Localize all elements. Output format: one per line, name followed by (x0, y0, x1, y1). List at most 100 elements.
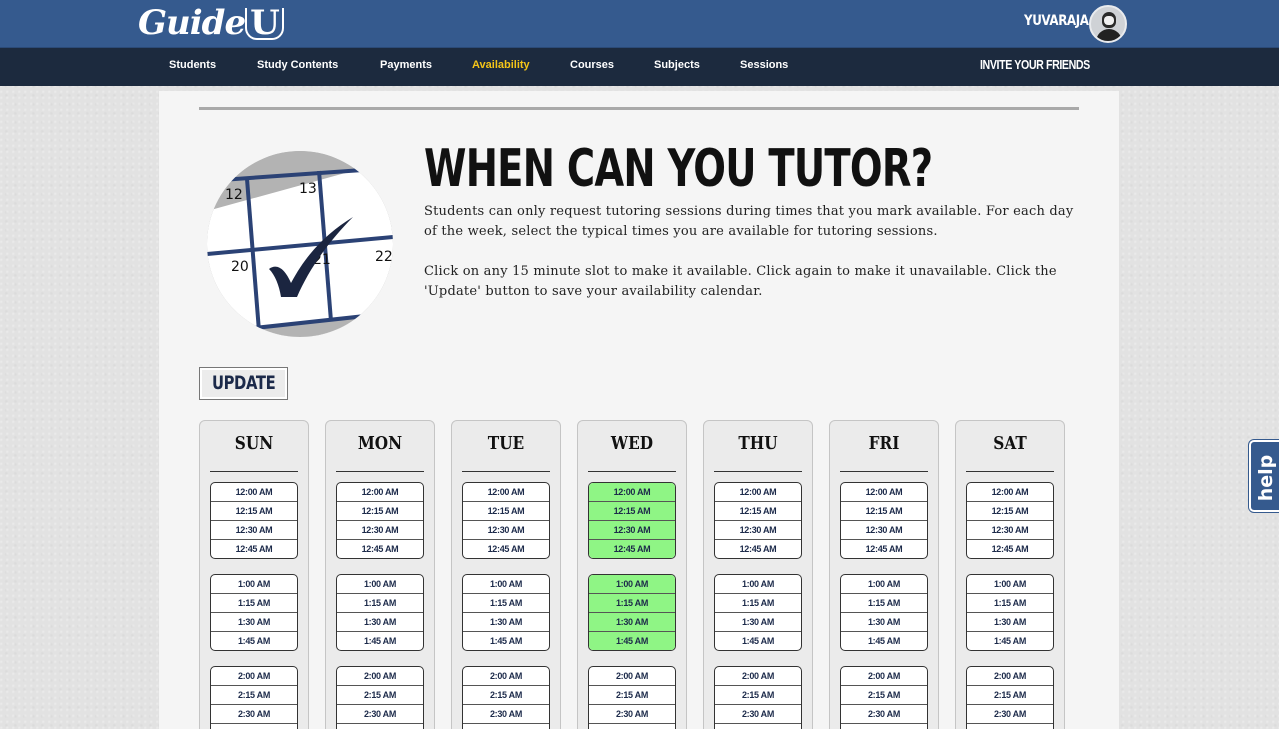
time-slot[interactable]: 2:45 AM (463, 724, 549, 729)
nav-courses[interactable]: Courses (570, 59, 614, 71)
guideu-logo[interactable]: Guide U (138, 0, 284, 46)
time-slot[interactable]: 12:00 AM (589, 483, 675, 502)
time-slot[interactable]: 2:30 AM (967, 705, 1053, 724)
time-slot[interactable]: 1:45 AM (841, 632, 927, 650)
nav-payments[interactable]: Payments (380, 59, 432, 71)
time-slot[interactable]: 12:30 AM (967, 521, 1053, 540)
help-tab[interactable]: help (1249, 440, 1279, 512)
time-slot[interactable]: 1:45 AM (589, 632, 675, 650)
time-slot[interactable]: 1:00 AM (715, 575, 801, 594)
time-slot[interactable]: 2:45 AM (337, 724, 423, 729)
time-slot[interactable]: 2:15 AM (589, 686, 675, 705)
time-slot[interactable]: 12:30 AM (463, 521, 549, 540)
time-slot[interactable]: 1:45 AM (211, 632, 297, 650)
time-slot[interactable]: 1:00 AM (337, 575, 423, 594)
time-slot[interactable]: 12:45 AM (589, 540, 675, 558)
time-slot[interactable]: 1:00 AM (589, 575, 675, 594)
time-slot[interactable]: 12:45 AM (841, 540, 927, 558)
time-slot[interactable]: 2:15 AM (841, 686, 927, 705)
user-name[interactable]: YUVARAJA (1024, 13, 1089, 29)
time-slot[interactable]: 2:30 AM (337, 705, 423, 724)
time-slot[interactable]: 1:45 AM (463, 632, 549, 650)
time-slot[interactable]: 2:45 AM (715, 724, 801, 729)
time-slot[interactable]: 12:15 AM (589, 502, 675, 521)
time-slot[interactable]: 1:30 AM (589, 613, 675, 632)
invite-friends-link[interactable]: INVITE YOUR FRIENDS (980, 57, 1090, 72)
time-slot[interactable]: 12:45 AM (967, 540, 1053, 558)
time-slot[interactable]: 12:00 AM (967, 483, 1053, 502)
time-slot[interactable]: 1:30 AM (841, 613, 927, 632)
time-slot[interactable]: 2:45 AM (589, 724, 675, 729)
time-slot[interactable]: 2:30 AM (589, 705, 675, 724)
time-slot[interactable]: 1:45 AM (337, 632, 423, 650)
time-slot[interactable]: 2:30 AM (715, 705, 801, 724)
time-slot[interactable]: 12:15 AM (463, 502, 549, 521)
time-slot[interactable]: 1:45 AM (715, 632, 801, 650)
time-slot[interactable]: 12:00 AM (463, 483, 549, 502)
time-slot[interactable]: 12:15 AM (211, 502, 297, 521)
time-slot[interactable]: 2:45 AM (211, 724, 297, 729)
nav-sessions[interactable]: Sessions (740, 59, 788, 71)
time-slot[interactable]: 12:15 AM (337, 502, 423, 521)
time-slot[interactable]: 12:30 AM (841, 521, 927, 540)
time-slot[interactable]: 2:00 AM (715, 667, 801, 686)
time-slot[interactable]: 2:00 AM (967, 667, 1053, 686)
nav-study-contents[interactable]: Study Contents (257, 59, 338, 71)
time-slot[interactable]: 2:30 AM (841, 705, 927, 724)
time-slot[interactable]: 2:00 AM (211, 667, 297, 686)
time-slot[interactable]: 2:00 AM (337, 667, 423, 686)
time-slot[interactable]: 1:00 AM (841, 575, 927, 594)
update-button[interactable]: UPDATE (199, 367, 288, 400)
time-slot[interactable]: 1:30 AM (337, 613, 423, 632)
time-slot[interactable]: 12:15 AM (967, 502, 1053, 521)
time-slot[interactable]: 12:45 AM (211, 540, 297, 558)
time-slot[interactable]: 1:00 AM (967, 575, 1053, 594)
time-slot[interactable]: 1:00 AM (211, 575, 297, 594)
time-slot[interactable]: 2:00 AM (841, 667, 927, 686)
time-slot[interactable]: 2:15 AM (211, 686, 297, 705)
time-slot[interactable]: 2:45 AM (967, 724, 1053, 729)
hour-block: 1:00 AM 1:15 AM 1:30 AM 1:45 AM (588, 574, 676, 651)
time-slot[interactable]: 12:45 AM (715, 540, 801, 558)
time-slot[interactable]: 12:30 AM (211, 521, 297, 540)
time-slot[interactable]: 2:30 AM (463, 705, 549, 724)
time-slot[interactable]: 1:15 AM (589, 594, 675, 613)
time-slot[interactable]: 12:00 AM (841, 483, 927, 502)
time-slot[interactable]: 2:15 AM (967, 686, 1053, 705)
day-divider (840, 471, 928, 472)
time-slot[interactable]: 12:45 AM (337, 540, 423, 558)
time-slot[interactable]: 1:15 AM (337, 594, 423, 613)
time-slot[interactable]: 12:30 AM (715, 521, 801, 540)
time-slot[interactable]: 12:30 AM (337, 521, 423, 540)
time-slot[interactable]: 12:45 AM (463, 540, 549, 558)
time-slot[interactable]: 2:15 AM (463, 686, 549, 705)
time-slot[interactable]: 1:30 AM (967, 613, 1053, 632)
avatar[interactable] (1089, 5, 1127, 43)
time-slot[interactable]: 12:15 AM (715, 502, 801, 521)
time-slot[interactable]: 2:00 AM (589, 667, 675, 686)
time-slot[interactable]: 1:00 AM (463, 575, 549, 594)
time-slot[interactable]: 1:30 AM (463, 613, 549, 632)
time-slot[interactable]: 2:15 AM (715, 686, 801, 705)
time-slot[interactable]: 1:30 AM (715, 613, 801, 632)
time-slot[interactable]: 1:15 AM (715, 594, 801, 613)
time-slot[interactable]: 12:30 AM (589, 521, 675, 540)
nav-availability[interactable]: Availability (472, 59, 530, 71)
time-slot[interactable]: 1:15 AM (967, 594, 1053, 613)
time-slot[interactable]: 1:30 AM (211, 613, 297, 632)
time-slot[interactable]: 12:00 AM (211, 483, 297, 502)
nav-subjects[interactable]: Subjects (654, 59, 700, 71)
time-slot[interactable]: 2:30 AM (211, 705, 297, 724)
time-slot[interactable]: 12:00 AM (715, 483, 801, 502)
nav-students[interactable]: Students (169, 59, 216, 71)
time-slot[interactable]: 1:15 AM (211, 594, 297, 613)
avatar-face-shape (1104, 16, 1114, 25)
time-slot[interactable]: 1:15 AM (463, 594, 549, 613)
time-slot[interactable]: 2:00 AM (463, 667, 549, 686)
time-slot[interactable]: 12:15 AM (841, 502, 927, 521)
time-slot[interactable]: 1:45 AM (967, 632, 1053, 650)
time-slot[interactable]: 2:15 AM (337, 686, 423, 705)
time-slot[interactable]: 1:15 AM (841, 594, 927, 613)
time-slot[interactable]: 12:00 AM (337, 483, 423, 502)
time-slot[interactable]: 2:45 AM (841, 724, 927, 729)
